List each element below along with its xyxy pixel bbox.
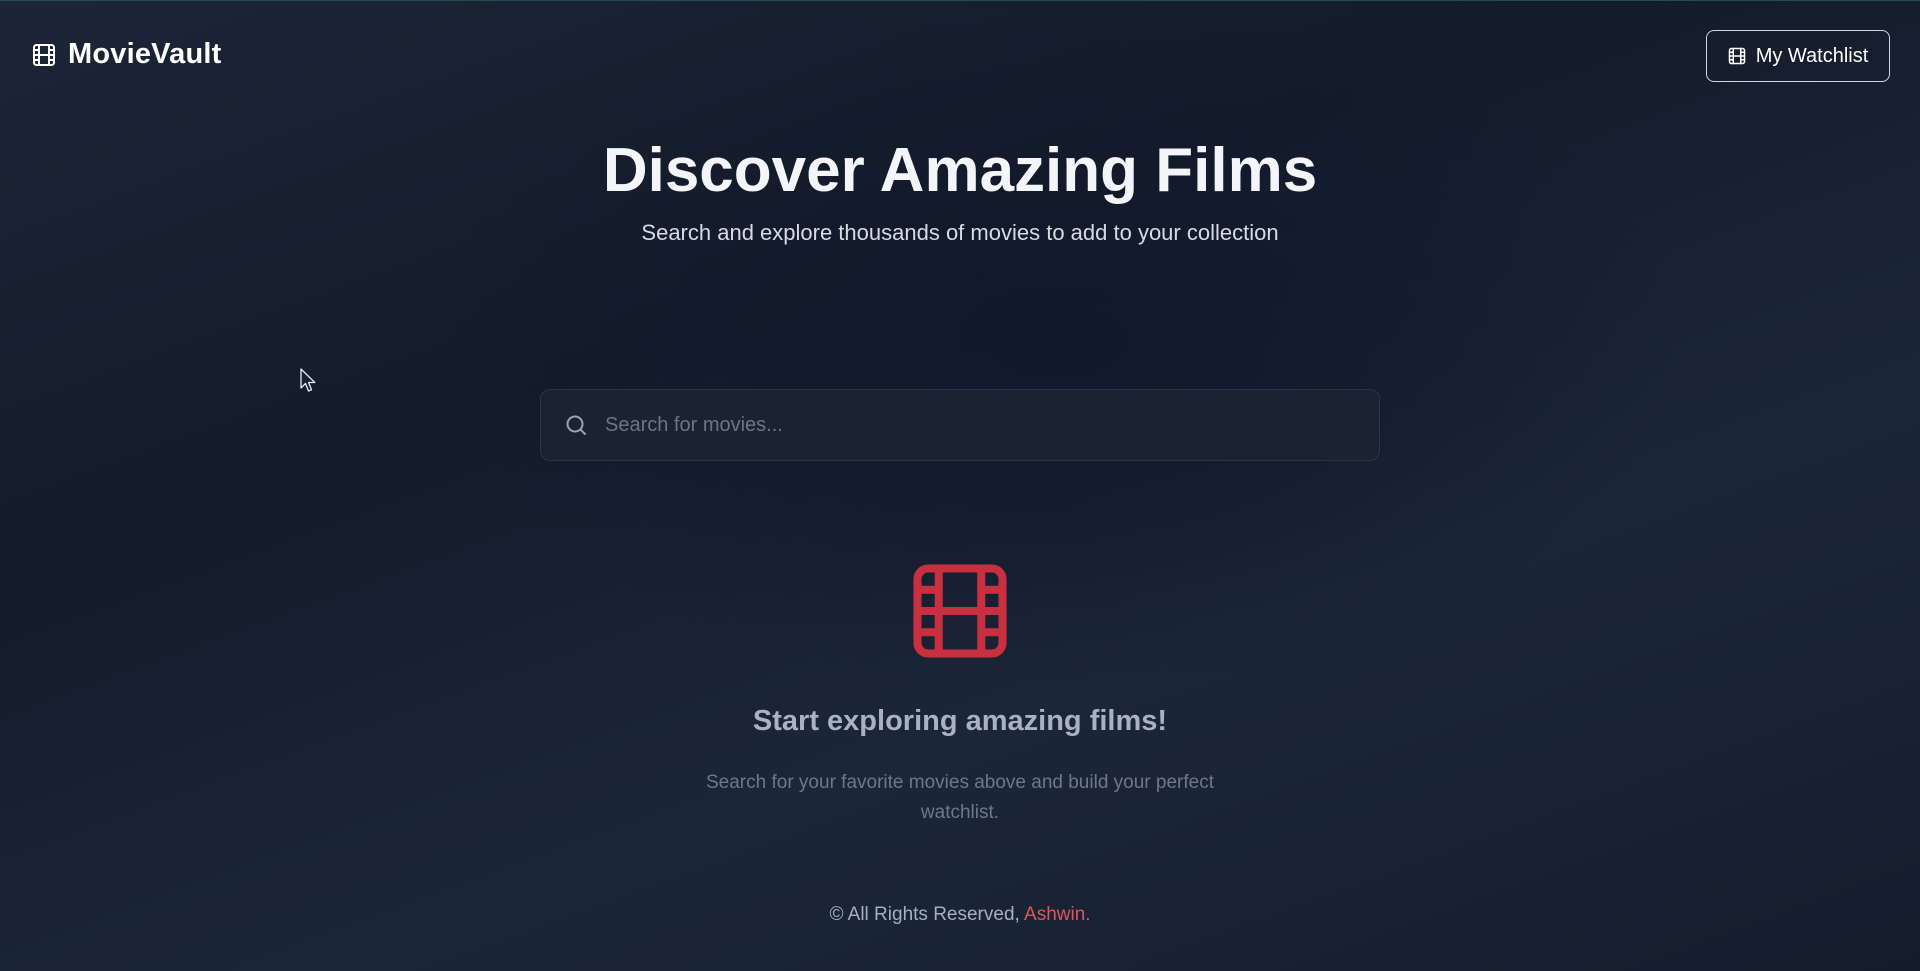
film-icon: [909, 560, 1011, 662]
author-name: Ashwin: [1024, 904, 1086, 925]
hero-section: Discover Amazing Films Search and explor…: [0, 128, 1920, 246]
app-header: MovieVault My Watchlist: [0, 0, 1920, 112]
copyright-text: © All Rights Reserved,: [829, 904, 1025, 925]
mouse-cursor-icon: [300, 368, 318, 399]
brand-name: MovieVault: [68, 38, 222, 70]
empty-state-title: Start exploring amazing films!: [752, 705, 1168, 737]
page-title: Discover Amazing Films: [602, 136, 1318, 205]
my-watchlist-button[interactable]: My Watchlist: [1706, 30, 1890, 82]
film-icon: [32, 43, 56, 67]
footer: © All Rights Reserved, Ashwin.: [0, 904, 1920, 926]
footer-suffix: .: [1085, 904, 1091, 925]
search-bar[interactable]: [540, 389, 1380, 461]
page-subtitle: Search and explore thousands of movies t…: [641, 220, 1279, 245]
brand-logo[interactable]: MovieVault: [32, 38, 222, 71]
search-icon: [563, 412, 589, 438]
empty-state-text: Search for your favorite movies above an…: [706, 772, 1214, 823]
search-input[interactable]: [603, 412, 1359, 438]
film-icon: [1728, 47, 1746, 65]
empty-state: Start exploring amazing films! Search fo…: [0, 560, 1920, 828]
my-watchlist-label: My Watchlist: [1755, 44, 1869, 67]
